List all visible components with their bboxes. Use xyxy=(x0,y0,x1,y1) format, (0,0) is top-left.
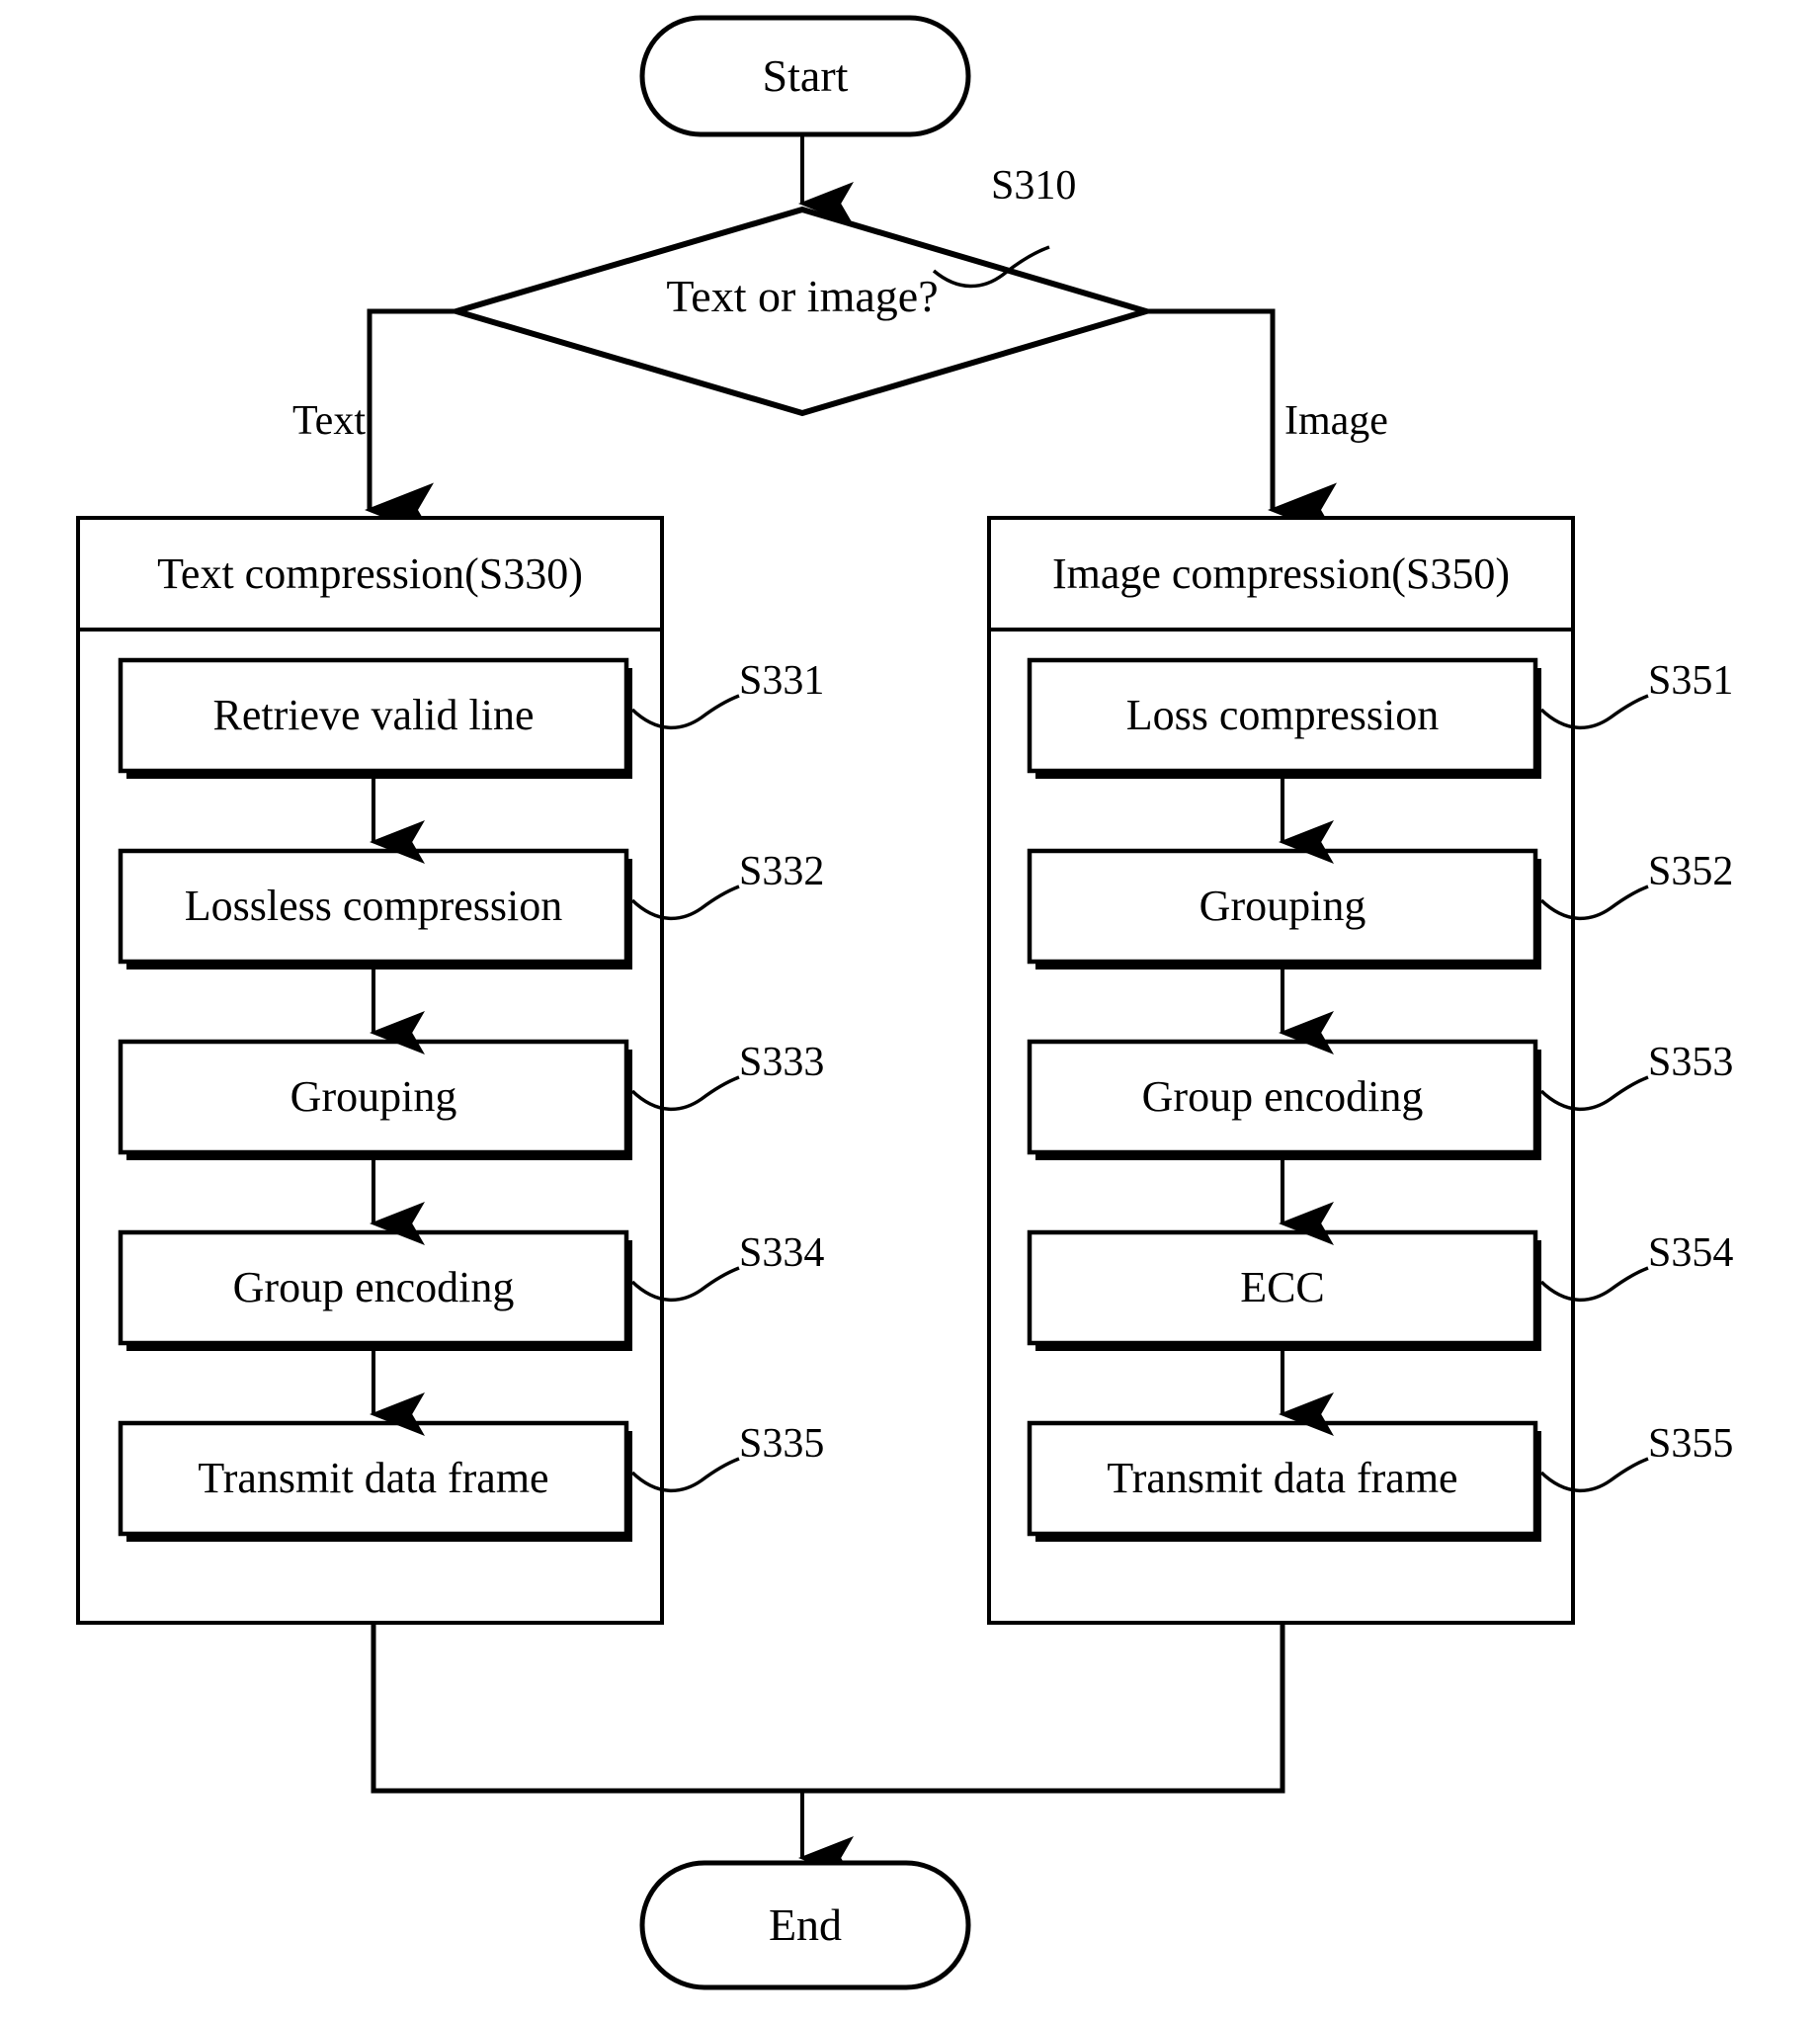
end-terminator-shape xyxy=(639,1860,971,1990)
decision-diamond-shape xyxy=(446,206,1157,417)
connector-decision-image-branch xyxy=(1146,308,1337,538)
start-terminator-shape xyxy=(639,15,971,137)
connector-decision-text-branch xyxy=(365,308,456,538)
flowchart-vector-layer xyxy=(76,15,1649,1990)
connector-image-column-to-merge xyxy=(802,1623,1285,1794)
connector-text-column-to-merge xyxy=(371,1623,802,1794)
flowchart-canvas: Start Text or image? S310 Text Image Tex… xyxy=(0,0,1820,2023)
